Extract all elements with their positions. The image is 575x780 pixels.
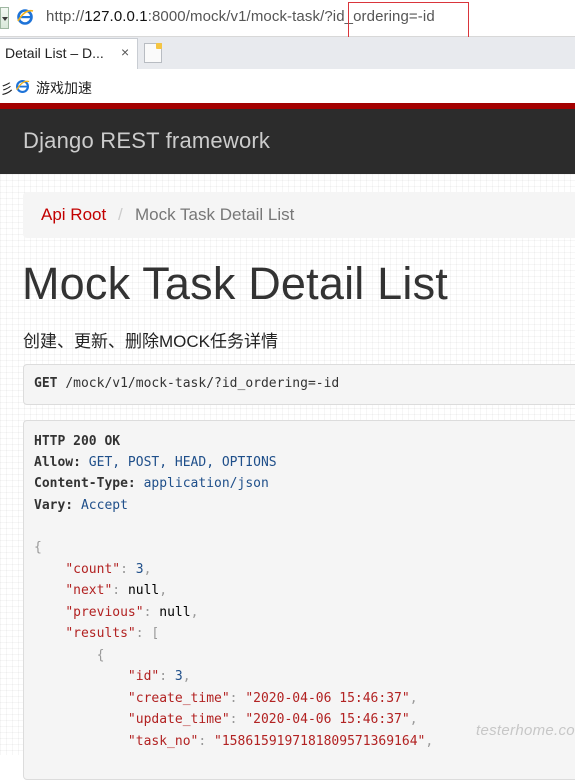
json-value: 3 xyxy=(135,562,144,577)
request-info: GET /mock/v1/mock-task/?id_ordering=-id xyxy=(23,364,575,405)
breadcrumb-current: Mock Task Detail List xyxy=(135,205,295,224)
json-key: "next" xyxy=(65,583,113,598)
ie-favorite-icon xyxy=(16,80,30,93)
page-title: Mock Task Detail List xyxy=(22,258,449,309)
favorites-bar: 彡 游戏加速 xyxy=(0,69,575,103)
watermark: testerhome.com xyxy=(476,722,575,739)
json-line: "previous": null, xyxy=(65,605,199,620)
json-line: "results": [ xyxy=(65,626,160,641)
json-item-open: { xyxy=(96,648,105,663)
tab-title: Detail List – D... xyxy=(5,45,104,61)
history-dropdown-button[interactable] xyxy=(0,7,9,29)
response-status: HTTP 200 OK xyxy=(34,434,121,449)
json-line: { xyxy=(34,645,105,666)
json-value: null xyxy=(159,605,191,620)
json-value: [ xyxy=(151,626,160,641)
tab-active[interactable]: Detail List – D... × xyxy=(0,38,138,69)
request-line: GET /mock/v1/mock-task/?id_ordering=-id xyxy=(34,376,339,391)
json-value: "2020-04-06 15:46:37" xyxy=(245,712,410,727)
url-host: 127.0.0.1 xyxy=(84,8,148,25)
json-line: "next": null, xyxy=(65,583,168,598)
content-area: Api Root / Mock Task Detail List Mock Ta… xyxy=(0,174,575,780)
json-open-brace: { xyxy=(34,540,42,555)
header-name: Allow: xyxy=(34,455,81,470)
json-value: "15861591971818095713691​64" xyxy=(214,734,426,749)
json-key: "id" xyxy=(127,669,160,684)
json-key: "task_no" xyxy=(127,734,199,749)
ie-page-icon xyxy=(17,9,34,25)
json-key: "count" xyxy=(65,562,121,577)
favorites-item-game-boost[interactable]: 游戏加速 xyxy=(36,78,92,98)
new-tab-icon[interactable] xyxy=(144,43,162,63)
breadcrumb-separator: / xyxy=(118,205,123,224)
header-value: GET, POST, HEAD, OPTIONS xyxy=(88,455,277,470)
favorites-item-partial[interactable]: 彡 xyxy=(0,79,14,99)
json-value: "2020-04-06 15:46:37" xyxy=(245,691,410,706)
close-icon[interactable]: × xyxy=(121,44,129,60)
json-value: null xyxy=(127,583,160,598)
url-path: :8000/mock/v1/mock-task/ xyxy=(147,8,325,25)
breadcrumb-api-root-link[interactable]: Api Root xyxy=(41,205,106,225)
json-key: "update_time" xyxy=(127,712,230,727)
response-header-content-type: Content-Type: application/json xyxy=(34,473,269,494)
header-name: Content-Type: xyxy=(34,476,136,491)
json-line: "task_no": "15861591971818095713691​64", xyxy=(127,734,434,749)
json-line: "create_time": "2020-04-06 15:46:37", xyxy=(127,691,418,706)
header-value: Accept xyxy=(80,498,128,513)
json-line: "update_time": "2020-04-06 15:46:37", xyxy=(127,712,418,727)
json-key: "results" xyxy=(65,626,136,641)
json-key: "previous" xyxy=(65,605,144,620)
json-line: { xyxy=(34,537,42,558)
response-header-vary: Vary: Accept xyxy=(34,495,128,516)
navbar-brand[interactable]: Django REST framework xyxy=(23,128,270,154)
header-value: application/json xyxy=(143,476,269,491)
request-method: GET xyxy=(34,376,58,391)
breadcrumb: Api Root / Mock Task Detail List xyxy=(23,192,575,238)
url-prefix: http:// xyxy=(46,8,85,25)
json-line: "count": 3, xyxy=(65,562,152,577)
tab-strip: Detail List – D... × xyxy=(0,37,575,69)
request-path: /mock/v1/mock-task/?id_ordering=-id xyxy=(65,376,340,391)
json-key: "create_time" xyxy=(127,691,230,706)
response-status-line: HTTP 200 OK xyxy=(34,431,120,452)
navbar: Django REST framework xyxy=(0,109,575,174)
address-bar-row: http://127.0.0.1:8000/mock/v1/mock-task/… xyxy=(0,0,575,45)
header-name: Vary: xyxy=(34,498,74,513)
response-header-allow: Allow: GET, POST, HEAD, OPTIONS xyxy=(34,452,277,473)
page-description: 创建、更新、删除MOCK任务详情 xyxy=(23,332,278,351)
json-value: 3 xyxy=(174,669,183,684)
json-line: "id": 3, xyxy=(127,669,191,684)
